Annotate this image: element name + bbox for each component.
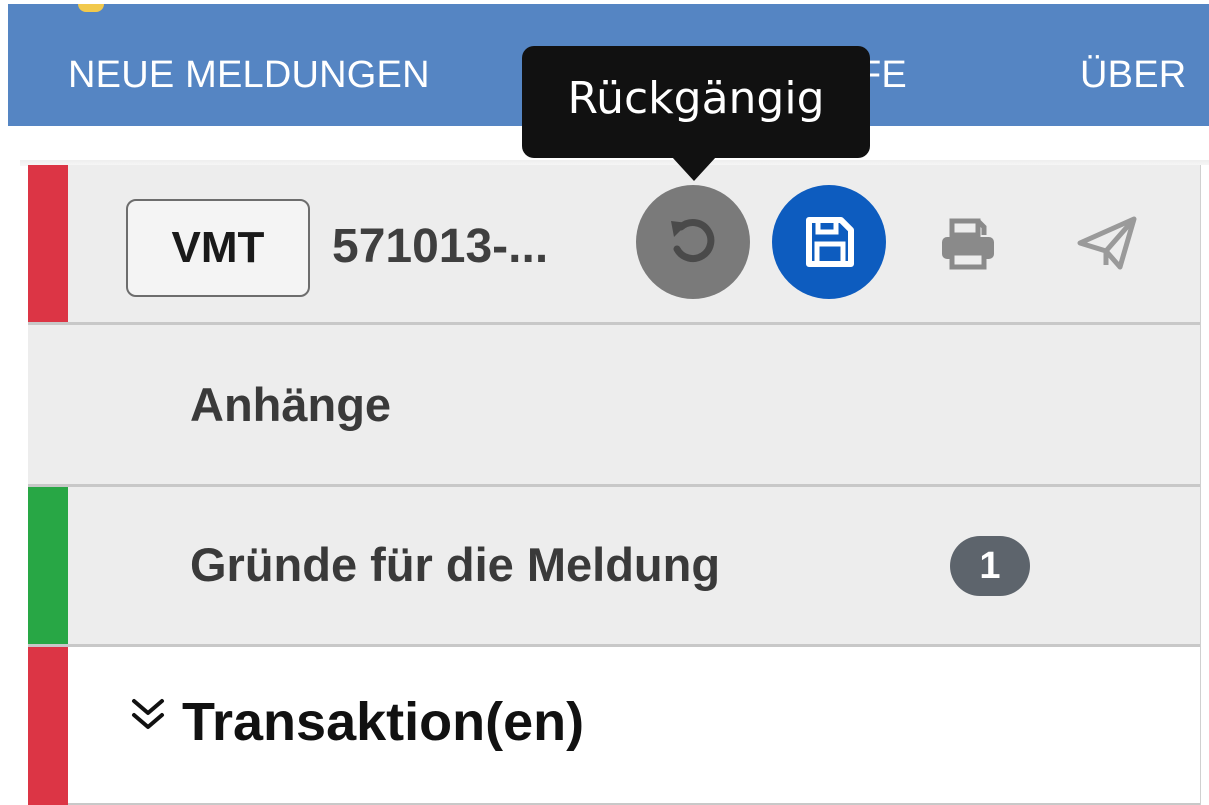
printer-icon: [942, 218, 994, 270]
paper-plane-icon: [1077, 216, 1137, 270]
panel-border: [1200, 165, 1201, 805]
undo-icon: [671, 219, 715, 262]
status-bar-ok: [28, 487, 68, 644]
report-reference: 571013-...: [332, 220, 549, 273]
nav-new-reports[interactable]: NEUE MELDUNGEN: [68, 52, 430, 98]
report-type-badge: VMT: [126, 199, 310, 297]
undo-tooltip: Rückgängig: [522, 46, 870, 158]
reasons-title: Gründe für die Meldung: [190, 538, 721, 591]
save-button[interactable]: [772, 185, 886, 299]
attachments-title: Anhänge: [190, 378, 392, 431]
reasons-count-badge: 1: [950, 536, 1030, 596]
report-header-row: VMT 571013-...: [28, 165, 1200, 325]
reasons-section[interactable]: Gründe für die Meldung 1: [28, 487, 1200, 647]
status-bar-error: [28, 647, 68, 805]
report-panel: VMT 571013-... Anhänge Gründe für die Me…: [28, 165, 1209, 805]
undo-button[interactable]: [636, 185, 750, 299]
nav-overview[interactable]: ÜBER: [1080, 52, 1186, 98]
floppy-disk-icon: [806, 217, 854, 267]
transactions-title: Transaktion(en): [182, 692, 585, 752]
attachments-section[interactable]: Anhänge: [28, 325, 1200, 487]
chevrons-down-icon[interactable]: [128, 695, 168, 735]
print-button[interactable]: [928, 203, 1008, 283]
send-button[interactable]: [1068, 203, 1148, 283]
status-bar-error: [28, 165, 68, 322]
transactions-section[interactable]: Transaktion(en): [28, 647, 1200, 805]
tooltip-arrow: [672, 157, 716, 181]
logo-icon: [78, 4, 104, 12]
